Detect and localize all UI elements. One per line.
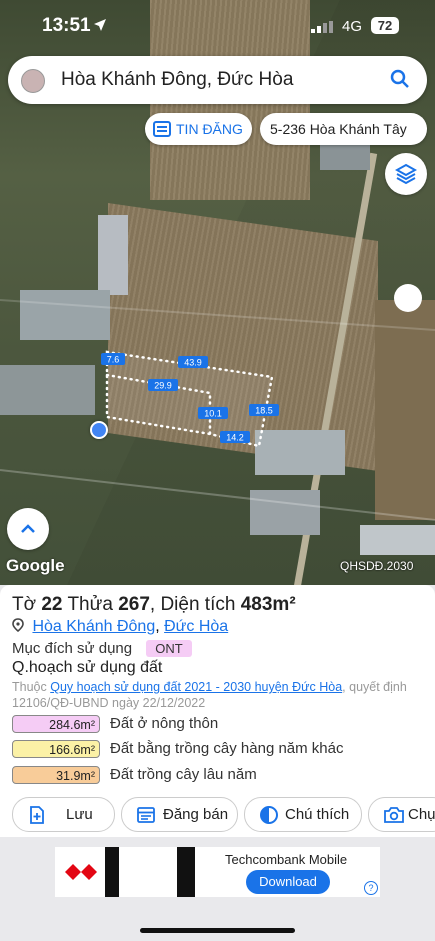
parcel-title: Tờ 22 Thửa 267, Diện tích 483m² <box>12 594 296 616</box>
land-use-row: 31.9m² Đất trồng cây lâu năm <box>12 766 257 788</box>
contrast-icon <box>260 806 278 824</box>
land-use-row: 284.6m² Đất ở nông thôn <box>12 715 218 737</box>
avatar[interactable] <box>21 69 45 93</box>
tin-dang-chip[interactable]: TIN ĐĂNG <box>145 113 252 145</box>
land-use-label: Đất ở nông thôn <box>110 715 219 732</box>
location-arrow-icon <box>94 19 106 31</box>
listing-icon <box>153 121 171 137</box>
dimension-label: 7.6 <box>107 355 120 365</box>
parcel-location: Hòa Khánh Đông, Đức Hòa <box>12 618 228 636</box>
parcel-info-sheet: Tờ 22 Thửa 267, Diện tích 483m² Hòa Khán… <box>0 585 435 837</box>
plan-link[interactable]: Quy hoạch sử dụng đất 2021 - 2030 huyện … <box>50 680 342 694</box>
parcel-number: 267 <box>118 594 150 615</box>
land-use-area: 31.9m² <box>12 766 100 785</box>
land-use-area: 284.6m² <box>12 715 100 734</box>
status-time: 13:51 <box>42 15 91 36</box>
search-bar[interactable]: Hòa Khánh Đông, Đức Hòa <box>8 56 427 104</box>
search-text[interactable]: Hòa Khánh Đông, Đức Hòa <box>61 69 293 91</box>
post-sale-label: Đăng bán <box>163 806 229 823</box>
land-use-row: 166.6m² Đất bằng trồng cây hàng năm khác <box>12 740 343 762</box>
save-add-icon <box>30 806 44 824</box>
battery-level: 72 <box>371 17 399 34</box>
ad-banner-area: Techcombank Mobile Download ? <box>0 837 435 917</box>
google-attribution: Google <box>6 556 65 575</box>
parcel-area: 483m² <box>240 594 296 615</box>
legend-button[interactable]: Chú thích <box>244 797 362 832</box>
land-use-area: 166.6m² <box>12 740 100 759</box>
signal-icon <box>311 21 333 33</box>
ward-link[interactable]: Hòa Khánh Đông <box>32 618 155 635</box>
save-button[interactable]: Lưu <box>12 797 115 832</box>
purpose-badge: ONT <box>146 640 192 657</box>
chevron-up-icon <box>21 524 35 533</box>
status-bar: 13:51 4G 72 <box>0 0 435 52</box>
dimension-label: 14.2 <box>226 433 244 443</box>
post-sale-button[interactable]: Đăng bán <box>121 797 238 832</box>
location-separator: , <box>155 618 165 635</box>
sheet-prefix: Tờ <box>12 594 37 615</box>
tin-dang-label: TIN ĐĂNG <box>176 121 243 137</box>
dimension-label: 18.5 <box>255 406 273 416</box>
planning-title: Q.hoạch sử dụng đất <box>12 659 163 676</box>
ad-download-button[interactable]: Download <box>246 870 330 894</box>
legend-label: Chú thích <box>285 806 350 823</box>
planning-source: Thuộc Quy hoạch sử dụng đất 2021 - 2030 … <box>12 679 424 711</box>
ad-banner[interactable]: Techcombank Mobile Download ? <box>55 847 380 897</box>
district-link[interactable]: Đức Hòa <box>164 618 228 635</box>
layers-button[interactable] <box>385 153 427 195</box>
map-marker-dot[interactable] <box>394 284 422 312</box>
dimension-label: 43.9 <box>184 358 202 368</box>
land-purpose: Mục đích sử dụng ONT <box>12 640 192 657</box>
address-label: 5-236 Hòa Khánh Tây <box>270 121 407 137</box>
sheet-number: 22 <box>41 594 63 615</box>
techcombank-logo-icon <box>65 864 97 880</box>
home-indicator <box>140 928 295 933</box>
layers-icon <box>395 163 417 185</box>
area-prefix: , Diện tích <box>149 594 236 615</box>
listing-icon <box>137 807 155 823</box>
camera-icon <box>384 807 404 823</box>
my-location-dot <box>90 421 108 439</box>
land-use-label: Đất trồng cây lâu năm <box>110 766 257 783</box>
save-label: Lưu <box>66 806 93 823</box>
land-use-label: Đất bằng trồng cây hàng năm khác <box>110 740 344 757</box>
belongs-prefix: Thuộc <box>12 680 47 694</box>
address-chip[interactable]: 5-236 Hòa Khánh Tây <box>260 113 427 145</box>
network-type: 4G <box>342 18 363 35</box>
location-pin-icon <box>12 618 24 632</box>
map-layer-code: QHSDĐ.2030 <box>340 559 414 573</box>
ad-video[interactable] <box>105 847 195 897</box>
purpose-label: Mục đích sử dụng <box>12 640 133 657</box>
photo-label: Chụ <box>408 806 435 823</box>
dimension-label: 10.1 <box>204 409 222 419</box>
dimension-label: 29.9 <box>154 381 172 391</box>
ad-app-name: Techcombank Mobile <box>225 852 348 867</box>
search-icon[interactable] <box>389 68 411 90</box>
photo-button[interactable]: Chụ <box>368 797 435 832</box>
parcel-prefix: Thửa <box>67 594 113 615</box>
expand-up-button[interactable] <box>7 508 49 550</box>
ad-info-icon[interactable]: ? <box>364 881 378 895</box>
